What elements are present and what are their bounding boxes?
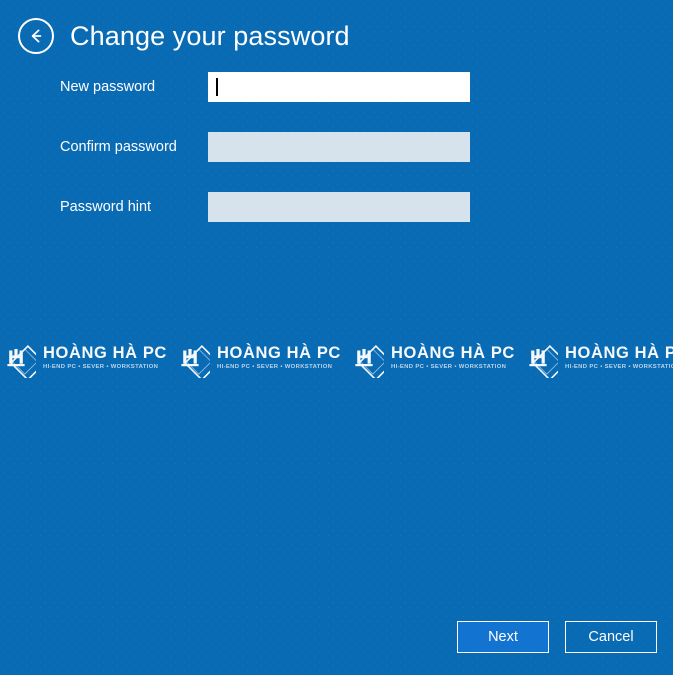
new-password-label: New password xyxy=(60,79,156,95)
page-title: Change your password xyxy=(70,20,350,51)
confirm-password-input-wrap xyxy=(208,132,470,162)
field-row-new-password: New password xyxy=(60,72,480,102)
change-password-screen: Change your password New password Confir… xyxy=(0,0,673,675)
watermark-logo: HOÀNG HÀ PCHI-END PC • SEVER • WORKSTATI… xyxy=(170,338,344,378)
watermark-brand-name: HOÀNG HÀ PC xyxy=(43,344,167,363)
watermark-brand-name: HOÀNG HÀ PC xyxy=(217,344,341,363)
watermark-brand-name: HOÀNG HÀ PC xyxy=(391,344,515,363)
password-hint-input[interactable] xyxy=(208,192,470,222)
watermark-logo: HOÀNG HÀ PCHI-END PC • SEVER • WORKSTATI… xyxy=(0,338,170,378)
confirm-password-label: Confirm password xyxy=(60,139,177,155)
new-password-input-wrap xyxy=(208,72,470,102)
next-button[interactable]: Next xyxy=(457,621,549,653)
watermark-tagline: HI-END PC • SEVER • WORKSTATION xyxy=(217,363,333,370)
header: Change your password xyxy=(18,18,350,54)
password-form: New password Confirm password Password h… xyxy=(60,72,480,222)
field-row-confirm-password: Confirm password xyxy=(60,132,480,162)
watermark-tagline: HI-END PC • SEVER • WORKSTATION xyxy=(43,363,159,370)
password-hint-input-wrap xyxy=(208,192,470,222)
watermark-brand-name: HOÀNG HÀ PC xyxy=(565,344,673,363)
watermark-logo: HOÀNG HÀ PCHI-END PC • SEVER • WORKSTATI… xyxy=(344,338,518,378)
back-arrow-circle-icon[interactable] xyxy=(18,18,54,54)
password-hint-label: Password hint xyxy=(60,199,152,215)
confirm-password-input[interactable] xyxy=(208,132,470,162)
watermark-tagline: HI-END PC • SEVER • WORKSTATION xyxy=(565,363,673,370)
watermark-tagline: HI-END PC • SEVER • WORKSTATION xyxy=(391,363,507,370)
cancel-button[interactable]: Cancel xyxy=(565,621,657,653)
watermark-logo: HOÀNG HÀ PCHI-END PC • SEVER • WORKSTATI… xyxy=(518,338,673,378)
new-password-input[interactable] xyxy=(208,72,470,102)
footer-actions: Next Cancel xyxy=(457,621,657,653)
field-row-password-hint: Password hint xyxy=(60,192,480,222)
watermark-strip: HOÀNG HÀ PC HI-END PC • SEVER • WORKSTATI… xyxy=(0,330,673,386)
